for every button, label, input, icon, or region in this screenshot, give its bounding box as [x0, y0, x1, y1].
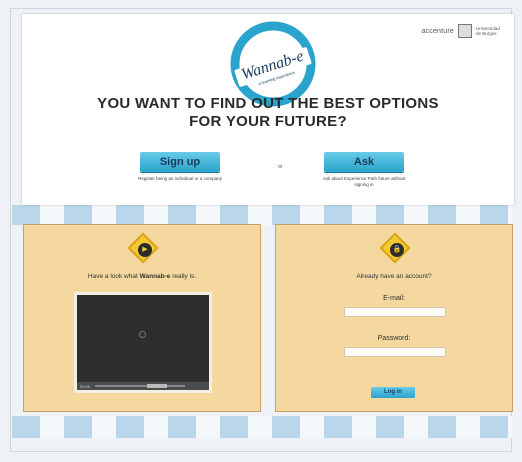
video-controls-bar: 00:00	[77, 382, 209, 390]
university-logo: Universidad de Burgos	[476, 26, 500, 36]
ask-description: Ask about Experience Path future without…	[322, 176, 406, 187]
video-player[interactable]: 00:00	[74, 292, 212, 393]
accenture-logo: accenture	[421, 27, 454, 35]
ask-button[interactable]: Ask	[324, 152, 404, 172]
university-crest-icon	[458, 24, 472, 38]
lock-icon: 🔒	[390, 243, 404, 257]
video-panel: ▶ Have a look what Wannab-e really is. 0…	[23, 224, 261, 412]
hero-panel: Wannab-e a learning experience accenture…	[22, 14, 514, 205]
login-panel: 🔒 Already have an account? E-mail: Passw…	[275, 224, 513, 412]
video-caption: Have a look what Wannab-e really is.	[24, 273, 260, 280]
video-time: 00:00	[80, 384, 91, 389]
login-heading: Already have an account?	[356, 273, 432, 280]
decorative-stripes	[12, 205, 512, 225]
email-field[interactable]	[344, 307, 446, 317]
login-button[interactable]: Log in	[371, 387, 415, 398]
caption-suffix: really is.	[170, 273, 197, 280]
caption-prefix: Have a look what	[87, 273, 140, 280]
caption-brand: Wannab-e	[139, 273, 171, 280]
video-progress-thumb[interactable]	[147, 384, 167, 388]
ask-block: Ask Ask about Experience Path future wit…	[319, 152, 409, 188]
video-progress-track[interactable]	[95, 385, 185, 387]
decorative-stripes-bottom	[12, 416, 512, 438]
page-title: YOU WANT TO FIND OUT THE BEST OPTIONS FO…	[22, 95, 514, 131]
signup-block: Sign up Register being an individual or …	[135, 152, 225, 182]
headline-line-1: YOU WANT TO FIND OUT THE BEST OPTIONS	[97, 95, 439, 112]
password-label: Password:	[377, 335, 411, 342]
email-label: E-mail:	[383, 295, 405, 302]
signup-button[interactable]: Sign up	[140, 152, 220, 172]
or-separator: or	[278, 164, 283, 170]
play-icon[interactable]: ▶	[138, 243, 152, 257]
partner-logos: accenture Universidad de Burgos	[421, 24, 504, 38]
password-field[interactable]	[344, 347, 446, 357]
headline-line-2: FOR YOUR FUTURE?	[189, 113, 347, 130]
video-center-icon[interactable]	[139, 331, 146, 338]
signup-description: Register being an individual or a compan…	[138, 176, 222, 181]
